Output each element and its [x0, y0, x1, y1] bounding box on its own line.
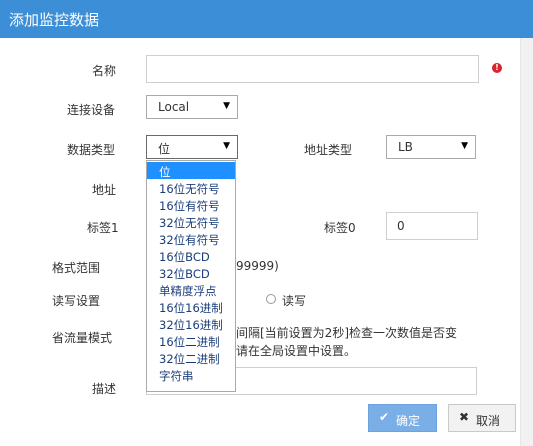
readwrite-radio[interactable]: [266, 294, 276, 304]
dropdown-option[interactable]: 32位无符号: [147, 213, 235, 230]
addrtype-select[interactable]: LB ▼: [386, 135, 476, 159]
tag0-input[interactable]: 0: [386, 212, 478, 240]
dropdown-option[interactable]: 32位BCD: [147, 264, 235, 281]
error-icon: !: [492, 63, 502, 73]
ok-button[interactable]: ✔ 确定: [368, 404, 437, 432]
datatype-dropdown: 位 16位无符号 16位有符号 32位无符号 32位有符号 16位BCD 32位…: [146, 160, 236, 392]
dialog-title: 添加监控数据: [9, 11, 100, 29]
chevron-down-icon: ▼: [223, 141, 230, 151]
datatype-select[interactable]: 位 ▼: [146, 135, 238, 159]
address-label: 地址: [92, 183, 117, 197]
dropdown-option[interactable]: 单精度浮点: [147, 281, 235, 298]
dropdown-option[interactable]: 位: [147, 162, 235, 179]
traffic-label: 省流量模式: [52, 331, 113, 345]
chevron-down-icon: ▼: [461, 141, 468, 151]
tag0-label: 标签0: [324, 221, 356, 235]
traffic-text-line2: 请在全局设置中设置。: [236, 344, 357, 358]
dropdown-option[interactable]: 16位16进制: [147, 298, 235, 315]
rw-label: 读写设置: [52, 294, 101, 308]
chevron-down-icon: ▼: [223, 101, 230, 111]
dropdown-option[interactable]: 32位有符号: [147, 230, 235, 247]
dropdown-option[interactable]: 16位有符号: [147, 196, 235, 213]
dropdown-option[interactable]: 16位二进制: [147, 332, 235, 349]
readwrite-radio-label: 读写: [282, 294, 307, 308]
desc-label: 描述: [92, 382, 117, 396]
datatype-label: 数据类型: [67, 143, 116, 157]
dialog-titlebar: 添加监控数据: [0, 0, 533, 38]
range-text: 99999): [236, 259, 279, 273]
name-label: 名称: [92, 64, 117, 78]
addrtype-label: 地址类型: [304, 143, 353, 157]
device-label: 连接设备: [67, 103, 116, 117]
cancel-button[interactable]: ✖ 取消: [448, 404, 516, 432]
scrollbar[interactable]: [520, 38, 533, 446]
tag1-label: 标签1: [87, 221, 119, 235]
dropdown-option[interactable]: 32位16进制: [147, 315, 235, 332]
range-label: 格式范围: [52, 261, 101, 275]
dropdown-option[interactable]: 16位BCD: [147, 247, 235, 264]
dropdown-option[interactable]: 字符串: [147, 366, 235, 383]
close-icon: ✖: [459, 410, 470, 424]
check-icon: ✔: [379, 410, 390, 424]
device-select[interactable]: Local ▼: [146, 95, 238, 119]
name-input[interactable]: [146, 55, 479, 83]
dropdown-option[interactable]: 16位无符号: [147, 179, 235, 196]
traffic-text-line1: 间隔[当前设置为2秒]检查一次数值是否变: [236, 326, 457, 340]
dropdown-option[interactable]: 32位二进制: [147, 349, 235, 366]
